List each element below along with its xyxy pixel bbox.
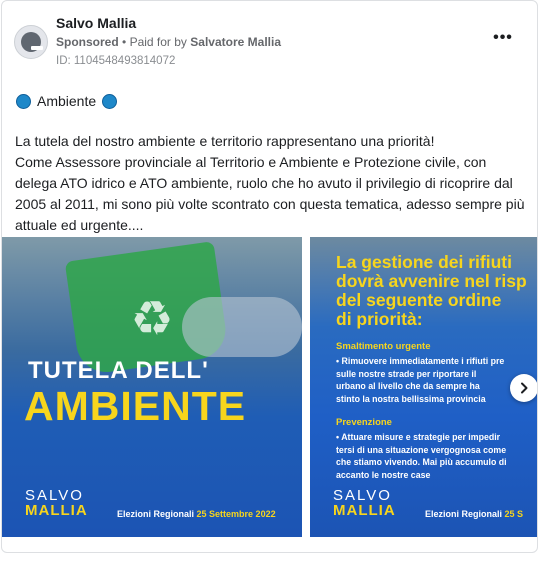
more-options-button[interactable]: ••• bbox=[491, 29, 515, 51]
section-text-line: sulle nostre strade per riportare il bbox=[336, 368, 477, 379]
election-date: 25 S bbox=[504, 509, 524, 519]
page-name[interactable]: Salvo Mallia bbox=[56, 15, 136, 31]
ad-card: Salvo Mallia Sponsored • Paid for by Sal… bbox=[1, 0, 538, 553]
ad-body-text: La tutela del nostro ambiente e territor… bbox=[15, 131, 525, 236]
election-label: Elezioni Regionali 25 S bbox=[425, 509, 523, 519]
chevron-right-icon bbox=[521, 382, 528, 394]
section-text: • Rimuovere immediatamente i rifiuti pre… bbox=[336, 355, 537, 405]
section-text-line: che stiamo vivendo. Mai più accumulo di bbox=[336, 457, 507, 467]
section-heading: Prevenzione bbox=[336, 417, 392, 428]
section-text-line: • Rimuovere immediatamente i rifiuti pre bbox=[336, 356, 505, 366]
body-line: delega ATO idrico e ATO ambiente, ruolo … bbox=[15, 175, 513, 191]
avatar[interactable] bbox=[14, 25, 48, 59]
no-entry-icon bbox=[21, 32, 43, 52]
more-horizontal-icon: ••• bbox=[493, 29, 513, 46]
topic-tag: Ambiente bbox=[16, 91, 118, 111]
paid-for-prefix: Paid for by bbox=[129, 35, 187, 49]
election-text: Elezioni Regionali bbox=[117, 509, 195, 519]
blue-circle-icon bbox=[16, 93, 31, 109]
ad-id: ID: 1104548493814072 bbox=[56, 55, 176, 67]
carousel-next-button[interactable] bbox=[510, 374, 537, 402]
carousel-slide-rifiuti[interactable]: La gestione dei rifiuti dovrà avvenire n… bbox=[310, 237, 537, 537]
brand-last-name: MALLIA bbox=[333, 502, 396, 519]
slide2-title-line: del seguente ordine bbox=[336, 290, 502, 310]
section-text: • Attuare misure e strategie per impedir… bbox=[336, 431, 537, 481]
section-heading: Smaltimento urgente bbox=[336, 341, 431, 352]
slide-title-big: AMBIENTE bbox=[24, 383, 247, 429]
slide2-title-line: La gestione dei rifiuti bbox=[336, 252, 512, 272]
body-line: 2005 al 2011, mi sono più volte scontrat… bbox=[15, 196, 525, 212]
slide2-title: La gestione dei rifiuti dovrà avvenire n… bbox=[336, 252, 537, 329]
separator-dot: • bbox=[122, 35, 130, 49]
carousel-slide-tutela[interactable]: ♻ TUTELA DELL' AMBIENTE SALVO MALLIA Ele… bbox=[2, 237, 302, 537]
section-text-line: accanto le nostre case bbox=[336, 469, 431, 480]
body-line: attuale ed urgente.... bbox=[15, 217, 144, 233]
election-date: 25 Settembre 2022 bbox=[196, 509, 276, 519]
blue-circle-icon bbox=[102, 93, 118, 109]
slide2-title-line: di priorità: bbox=[336, 309, 423, 329]
slide-title-small: TUTELA DELL' bbox=[28, 357, 209, 384]
section-text-line: tersi di una situazione vergognosa come bbox=[336, 444, 507, 455]
sponsored-line: Sponsored • Paid for by Salvatore Mallia bbox=[56, 35, 281, 49]
brand-last-name: MALLIA bbox=[25, 502, 88, 519]
election-text: Elezioni Regionali bbox=[425, 509, 503, 519]
paid-for-name: Salvatore Mallia bbox=[190, 35, 281, 49]
ad-header: Salvo Mallia Sponsored • Paid for by Sal… bbox=[14, 13, 525, 73]
section-text-line: urbano al livello che da sempre ha bbox=[336, 381, 480, 391]
sponsored-label: Sponsored bbox=[56, 35, 119, 49]
image-carousel[interactable]: ♻ TUTELA DELL' AMBIENTE SALVO MALLIA Ele… bbox=[2, 237, 537, 537]
hand-image bbox=[182, 297, 302, 357]
section-text-line: stinto la nostra bellissima provincia bbox=[336, 393, 486, 404]
recycle-icon: ♻ bbox=[130, 293, 174, 346]
section-text-line: • Attuare misure e strategie per impedir bbox=[336, 432, 501, 442]
topic-label: Ambiente bbox=[37, 93, 97, 109]
body-line: Come Assessore provinciale al Territorio… bbox=[15, 154, 487, 170]
body-line: La tutela del nostro ambiente e territor… bbox=[15, 133, 435, 149]
slide2-title-line: dovrà avvenire nel risp bbox=[336, 271, 527, 291]
election-label: Elezioni Regionali 25 Settembre 2022 bbox=[117, 509, 276, 519]
